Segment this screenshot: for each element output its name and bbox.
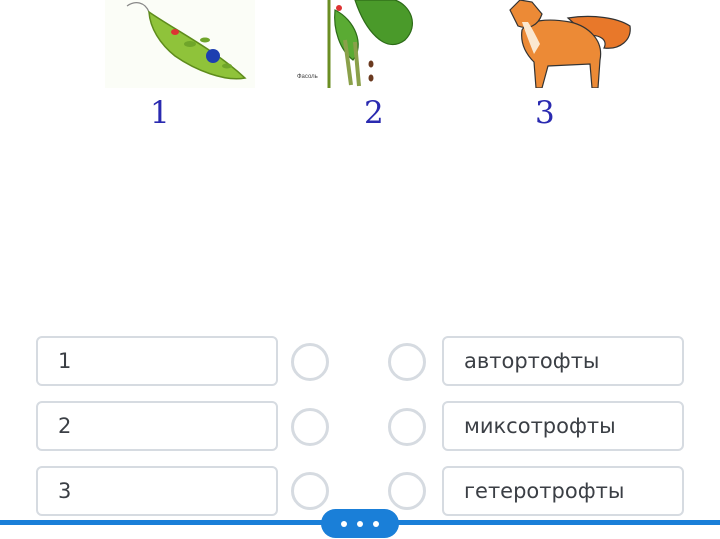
figure-number-3: 3 [535, 95, 555, 131]
euglena-icon [105, 0, 255, 88]
match-left-item-3[interactable]: 3 [36, 466, 278, 516]
figure-number-2: 2 [364, 95, 384, 131]
match-left-connector-1[interactable] [291, 343, 329, 381]
match-right-item-3[interactable]: гетеротрофты [442, 466, 684, 516]
match-left-connector-2[interactable] [291, 408, 329, 446]
match-right-connector-3[interactable] [388, 472, 426, 510]
figure-number-1: 1 [150, 95, 170, 131]
fox-icon [509, 0, 631, 88]
drag-handle[interactable] [321, 509, 399, 538]
match-right-connector-2[interactable] [388, 408, 426, 446]
match-left-connector-3[interactable] [291, 472, 329, 510]
match-left-item-2[interactable]: 2 [36, 401, 278, 451]
match-right-item-1[interactable]: автортофты [442, 336, 684, 386]
match-right-item-2[interactable]: миксотрофты [442, 401, 684, 451]
bean-plant-icon: Фасоль [297, 0, 413, 88]
match-right-connector-1[interactable] [388, 343, 426, 381]
bean-plant-caption: Фасоль [297, 74, 318, 80]
match-left-item-1[interactable]: 1 [36, 336, 278, 386]
